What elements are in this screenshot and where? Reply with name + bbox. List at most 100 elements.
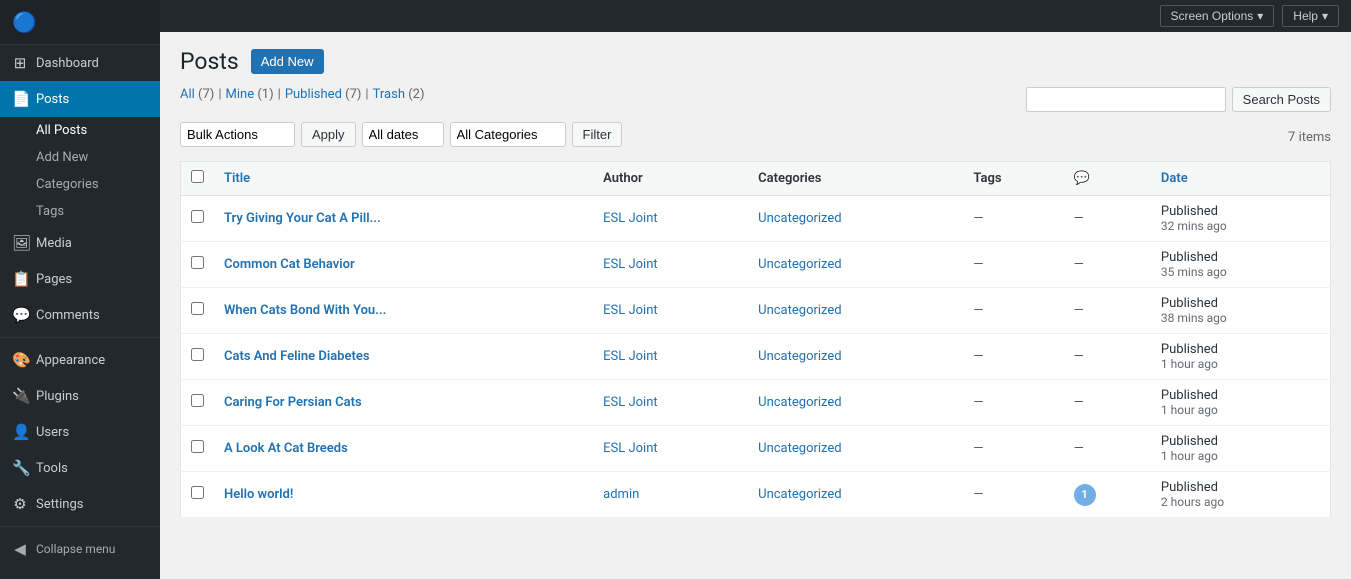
tags-cell-3: — bbox=[963, 288, 1063, 334]
date-ago-2: 35 mins ago bbox=[1161, 265, 1320, 279]
date-cell-6: Published1 hour ago bbox=[1151, 426, 1331, 472]
filter-button[interactable]: Filter bbox=[572, 122, 623, 147]
filter-link-published[interactable]: Published (7) bbox=[285, 87, 362, 102]
table-row: When Cats Bond With You... ESL Joint Uncat… bbox=[181, 288, 1331, 334]
row-checkbox-6[interactable] bbox=[191, 440, 204, 453]
post-title-link-3[interactable]: When Cats Bond With You... bbox=[224, 303, 386, 318]
filter-link-all[interactable]: All (7) bbox=[180, 87, 214, 102]
row-checkbox-5[interactable] bbox=[191, 394, 204, 407]
post-title-link-2[interactable]: Common Cat Behavior bbox=[224, 257, 355, 272]
author-link-7[interactable]: admin bbox=[603, 487, 639, 502]
row-checkbox-3[interactable] bbox=[191, 302, 204, 315]
add-new-button[interactable]: Add New bbox=[251, 49, 324, 74]
category-link-7[interactable]: Uncategorized bbox=[758, 487, 841, 502]
tags-cell-6: — bbox=[963, 426, 1063, 472]
users-icon: 👤 bbox=[12, 423, 28, 441]
comments-cell-1: — bbox=[1064, 196, 1151, 242]
post-title-link-5[interactable]: Caring For Persian Cats bbox=[224, 395, 362, 410]
post-title-link-4[interactable]: Cats And Feline Diabetes bbox=[224, 349, 370, 364]
table-row: A Look At Cat Breeds ESL Joint Uncategoriz… bbox=[181, 426, 1331, 472]
sidebar-item-plugins[interactable]: 🔌 Plugins bbox=[0, 378, 160, 414]
date-cell-2: Published35 mins ago bbox=[1151, 242, 1331, 288]
author-link-6[interactable]: ESL Joint bbox=[603, 441, 658, 456]
date-ago-6: 1 hour ago bbox=[1161, 449, 1320, 463]
help-button[interactable]: Help ▾ bbox=[1282, 5, 1339, 27]
page-header: Posts Add New bbox=[180, 48, 1331, 75]
sidebar-item-tools[interactable]: 🔧 Tools bbox=[0, 450, 160, 486]
sidebar-item-tags[interactable]: Tags bbox=[36, 198, 160, 225]
screen-options-button[interactable]: Screen Options ▾ bbox=[1160, 5, 1275, 27]
sidebar-item-all-posts[interactable]: All Posts bbox=[36, 117, 160, 144]
date-status-4: Published bbox=[1161, 342, 1320, 357]
filter-link-trash[interactable]: Trash (2) bbox=[373, 87, 425, 102]
filter-links: All (7) | Mine (1) | Published (7) | Tra… bbox=[180, 87, 425, 102]
row-checkbox-7[interactable] bbox=[191, 486, 204, 499]
comments-cell-7: 1 bbox=[1064, 472, 1151, 518]
sidebar-item-users[interactable]: 👤 Users bbox=[0, 414, 160, 450]
author-link-4[interactable]: ESL Joint bbox=[603, 349, 658, 364]
row-checkbox-2[interactable] bbox=[191, 256, 204, 269]
post-title-link-7[interactable]: Hello world! bbox=[224, 487, 293, 502]
category-link-3[interactable]: Uncategorized bbox=[758, 303, 841, 318]
apply-button[interactable]: Apply bbox=[301, 122, 356, 147]
table-row: Try Giving Your Cat A Pill... ESL Joint Un… bbox=[181, 196, 1331, 242]
author-link-5[interactable]: ESL Joint bbox=[603, 395, 658, 410]
row-checkbox-1[interactable] bbox=[191, 210, 204, 223]
search-input[interactable] bbox=[1026, 87, 1226, 112]
category-link-1[interactable]: Uncategorized bbox=[758, 211, 841, 226]
comments-cell-3: — bbox=[1064, 288, 1151, 334]
sidebar-item-dashboard[interactable]: ⊞ Dashboard bbox=[0, 45, 160, 81]
th-date[interactable]: Date bbox=[1151, 162, 1331, 196]
sidebar-item-comments[interactable]: 💬 Comments bbox=[0, 297, 160, 333]
date-status-1: Published bbox=[1161, 204, 1320, 219]
author-link-1[interactable]: ESL Joint bbox=[603, 211, 658, 226]
sidebar-posts-submenu: All Posts Add New Categories Tags bbox=[0, 117, 160, 225]
sidebar-item-posts[interactable]: 📄 Posts bbox=[0, 81, 160, 117]
collapse-icon: ◀ bbox=[12, 540, 28, 558]
comments-cell-2: — bbox=[1064, 242, 1151, 288]
category-link-4[interactable]: Uncategorized bbox=[758, 349, 841, 364]
media-icon: 🖼 bbox=[12, 234, 28, 252]
category-link-5[interactable]: Uncategorized bbox=[758, 395, 841, 410]
sidebar-item-settings[interactable]: ⚙ Settings bbox=[0, 486, 160, 522]
sidebar-separator-2 bbox=[0, 526, 160, 527]
date-filter-select[interactable]: All dates bbox=[362, 122, 444, 147]
items-count: 7 items bbox=[1288, 130, 1331, 145]
filter-link-mine[interactable]: Mine (1) bbox=[226, 87, 274, 102]
date-status-2: Published bbox=[1161, 250, 1320, 265]
sidebar-item-pages[interactable]: 📋 Pages bbox=[0, 261, 160, 297]
date-ago-3: 38 mins ago bbox=[1161, 311, 1320, 325]
bulk-actions-select[interactable]: Bulk Actions Edit Move to Trash bbox=[180, 122, 295, 147]
search-posts-button[interactable]: Search Posts bbox=[1232, 87, 1331, 112]
tools-icon: 🔧 bbox=[12, 459, 28, 477]
category-link-2[interactable]: Uncategorized bbox=[758, 257, 841, 272]
date-cell-4: Published1 hour ago bbox=[1151, 334, 1331, 380]
select-all-checkbox[interactable] bbox=[191, 170, 204, 183]
tags-cell-4: — bbox=[963, 334, 1063, 380]
th-title[interactable]: Title bbox=[214, 162, 593, 196]
sidebar-item-categories[interactable]: Categories bbox=[36, 171, 160, 198]
plugins-icon: 🔌 bbox=[12, 387, 28, 405]
th-tags: Tags bbox=[963, 162, 1063, 196]
category-filter-select[interactable]: All Categories Uncategorized bbox=[450, 122, 566, 147]
comments-icon: 💬 bbox=[12, 306, 28, 324]
comment-bubble-7[interactable]: 1 bbox=[1074, 484, 1096, 506]
posts-icon: 📄 bbox=[12, 90, 28, 108]
sidebar-item-appearance[interactable]: 🎨 Appearance bbox=[0, 342, 160, 378]
table-row: Caring For Persian Cats ESL Joint Uncatego… bbox=[181, 380, 1331, 426]
comments-cell-5: — bbox=[1064, 380, 1151, 426]
author-link-2[interactable]: ESL Joint bbox=[603, 257, 658, 272]
search-area: Search Posts bbox=[1026, 87, 1331, 112]
sidebar-item-media[interactable]: 🖼 Media bbox=[0, 225, 160, 261]
comments-cell-4: — bbox=[1064, 334, 1151, 380]
post-title-link-1[interactable]: Try Giving Your Cat A Pill... bbox=[224, 211, 381, 226]
row-checkbox-4[interactable] bbox=[191, 348, 204, 361]
th-checkbox bbox=[181, 162, 215, 196]
sidebar-item-add-new[interactable]: Add New bbox=[36, 144, 160, 171]
category-link-6[interactable]: Uncategorized bbox=[758, 441, 841, 456]
post-title-link-6[interactable]: A Look At Cat Breeds bbox=[224, 441, 348, 456]
date-status-3: Published bbox=[1161, 296, 1320, 311]
collapse-menu[interactable]: ◀ Collapse menu bbox=[0, 531, 160, 567]
author-link-3[interactable]: ESL Joint bbox=[603, 303, 658, 318]
tags-cell-2: — bbox=[963, 242, 1063, 288]
